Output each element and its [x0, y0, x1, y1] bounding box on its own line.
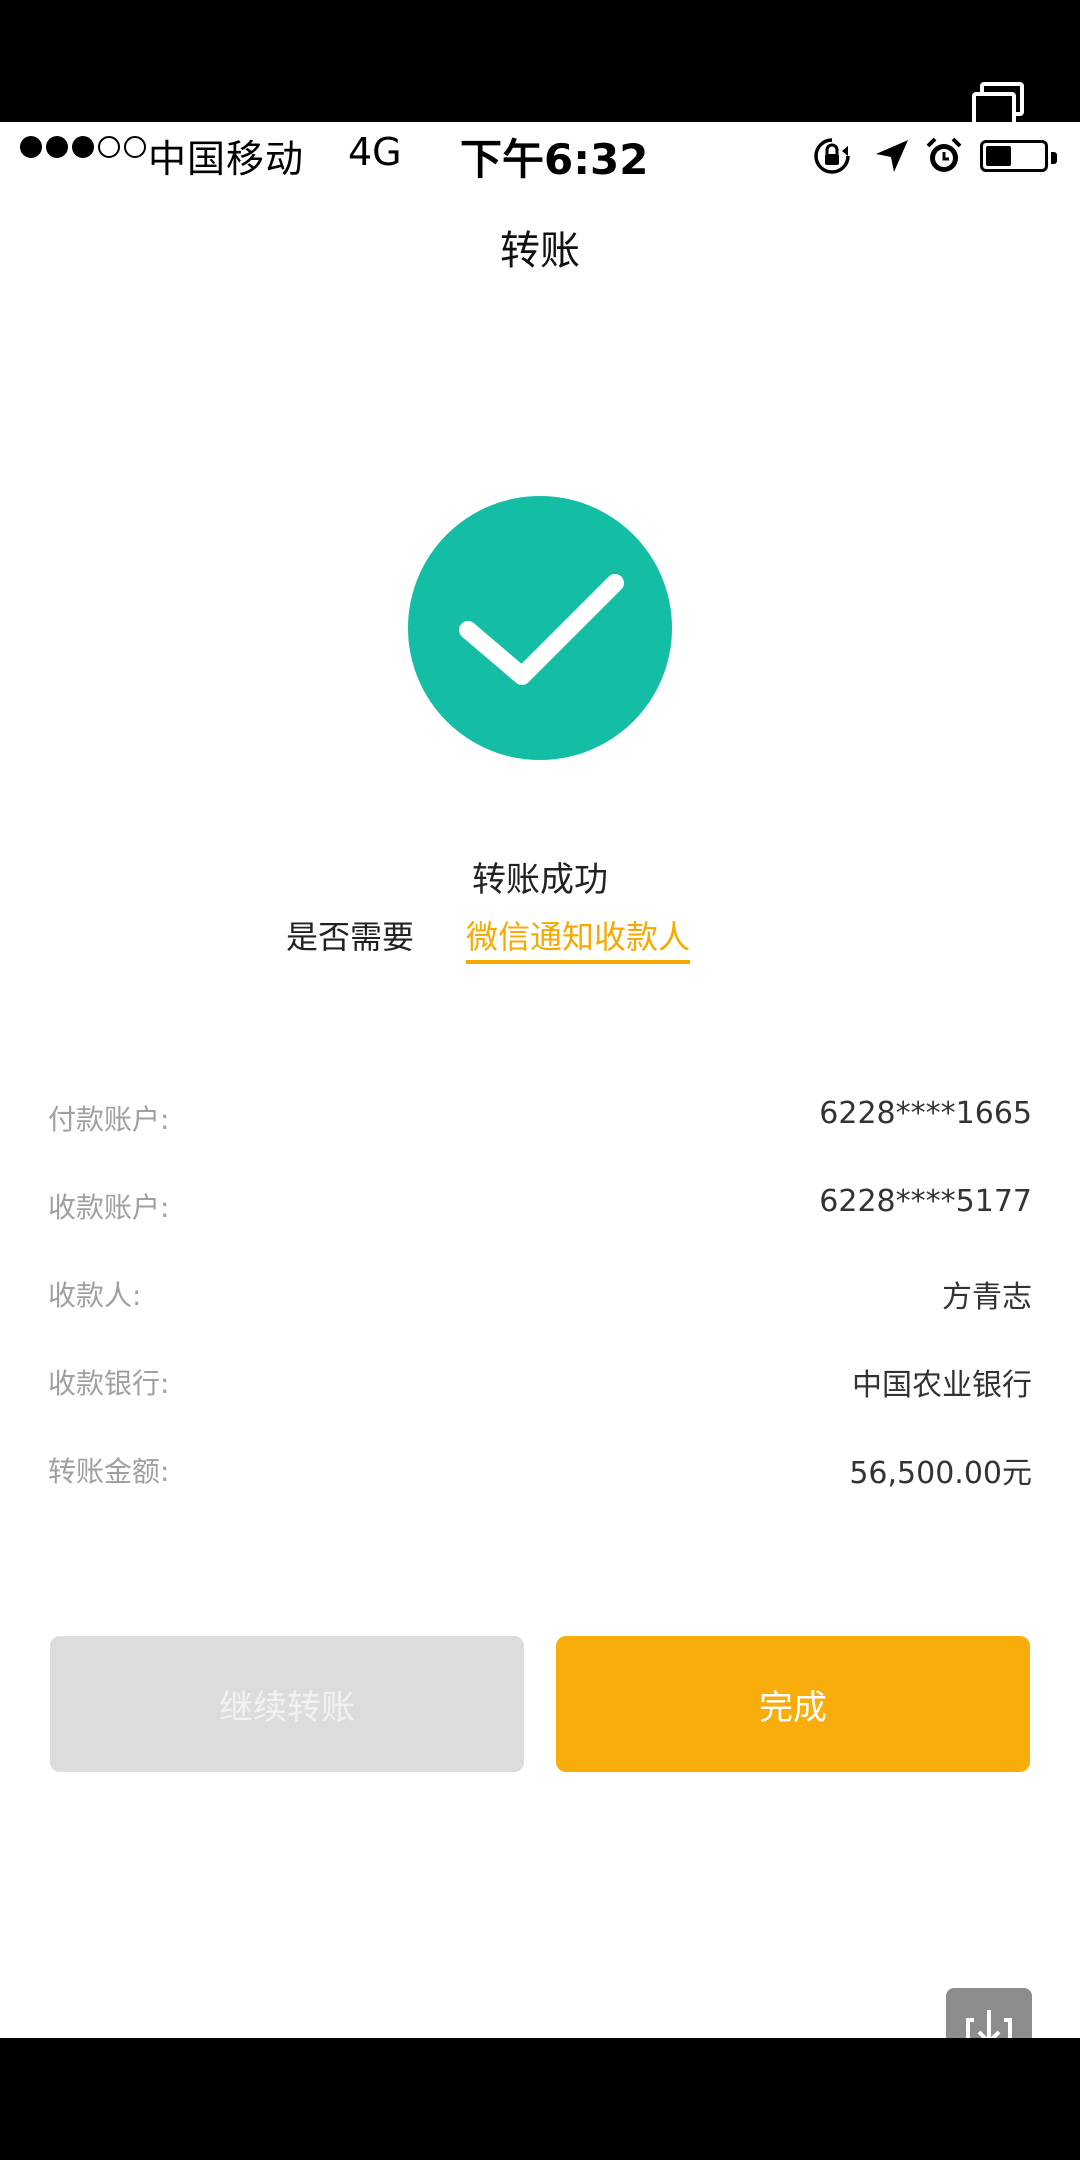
status-bar: 中国移动 4G 下午6:32 — [0, 122, 1080, 188]
multi-window-icon[interactable] — [972, 82, 1026, 126]
detail-value: 6228****5177 — [819, 1184, 1032, 1219]
phone-screen: 中国移动 4G 下午6:32 转账 转账成功 是否需要 微信通知收款人 付款账户… — [0, 122, 1080, 2074]
location-arrow-icon — [876, 140, 908, 172]
detail-label: 收款账户: — [48, 1191, 170, 1224]
window-front — [972, 92, 1016, 126]
network-type: 4G — [348, 130, 402, 174]
done-button[interactable]: 完成 — [556, 1636, 1030, 1772]
signal-dot — [98, 136, 120, 158]
page-title: 转账 — [500, 228, 580, 274]
detail-value: 6228****1665 — [819, 1096, 1032, 1131]
detail-label: 付款账户: — [48, 1103, 170, 1136]
detail-row-payer-account: 付款账户: 6228****1665 — [48, 1080, 1032, 1168]
transfer-details: 付款账户: 6228****1665 收款账户: 6228****5177 收款… — [48, 1080, 1032, 1520]
battery-cap — [1051, 152, 1057, 164]
success-badge — [408, 496, 672, 760]
detail-row-payee-account: 收款账户: 6228****5177 — [48, 1168, 1032, 1256]
detail-value: 56,500.00元 — [849, 1456, 1032, 1491]
top-black-band — [0, 0, 1080, 122]
detail-row-amount: 转账金额: 56,500.00元 — [48, 1432, 1032, 1520]
notify-row: 是否需要 微信通知收款人 — [0, 912, 1080, 964]
detail-row-payee-name: 收款人: 方青志 — [48, 1256, 1032, 1344]
alarm-icon — [926, 137, 962, 172]
notify-prompt: 是否需要 — [286, 918, 415, 956]
wechat-notify-link[interactable]: 微信通知收款人 — [466, 912, 691, 964]
detail-label: 收款银行: — [48, 1367, 170, 1400]
battery-fill — [986, 146, 1011, 166]
orientation-lock-icon — [814, 138, 850, 174]
checkmark-icon — [459, 574, 624, 685]
signal-dot — [46, 136, 68, 158]
detail-value: 中国农业银行 — [852, 1368, 1032, 1403]
signal-dot — [20, 136, 42, 158]
detail-label: 收款人: — [48, 1279, 142, 1312]
signal-dot — [72, 136, 94, 158]
screen: 中国移动 4G 下午6:32 转账 转账成功 是否需要 微信通知收款人 付款账户… — [0, 0, 1080, 2160]
status-time: 下午6:32 — [460, 135, 649, 184]
detail-value: 方青志 — [942, 1280, 1032, 1315]
detail-label: 转账金额: — [48, 1455, 170, 1488]
signal-strength — [20, 136, 146, 158]
continue-transfer-button[interactable]: 继续转账 — [50, 1636, 524, 1772]
signal-dot — [124, 136, 146, 158]
battery-icon — [980, 140, 1057, 172]
bottom-black-band — [0, 2038, 1080, 2160]
status-icons — [812, 136, 1062, 176]
carrier-name: 中国移动 — [148, 137, 305, 181]
success-message: 转账成功 — [472, 860, 608, 900]
detail-row-payee-bank: 收款银行: 中国农业银行 — [48, 1344, 1032, 1432]
